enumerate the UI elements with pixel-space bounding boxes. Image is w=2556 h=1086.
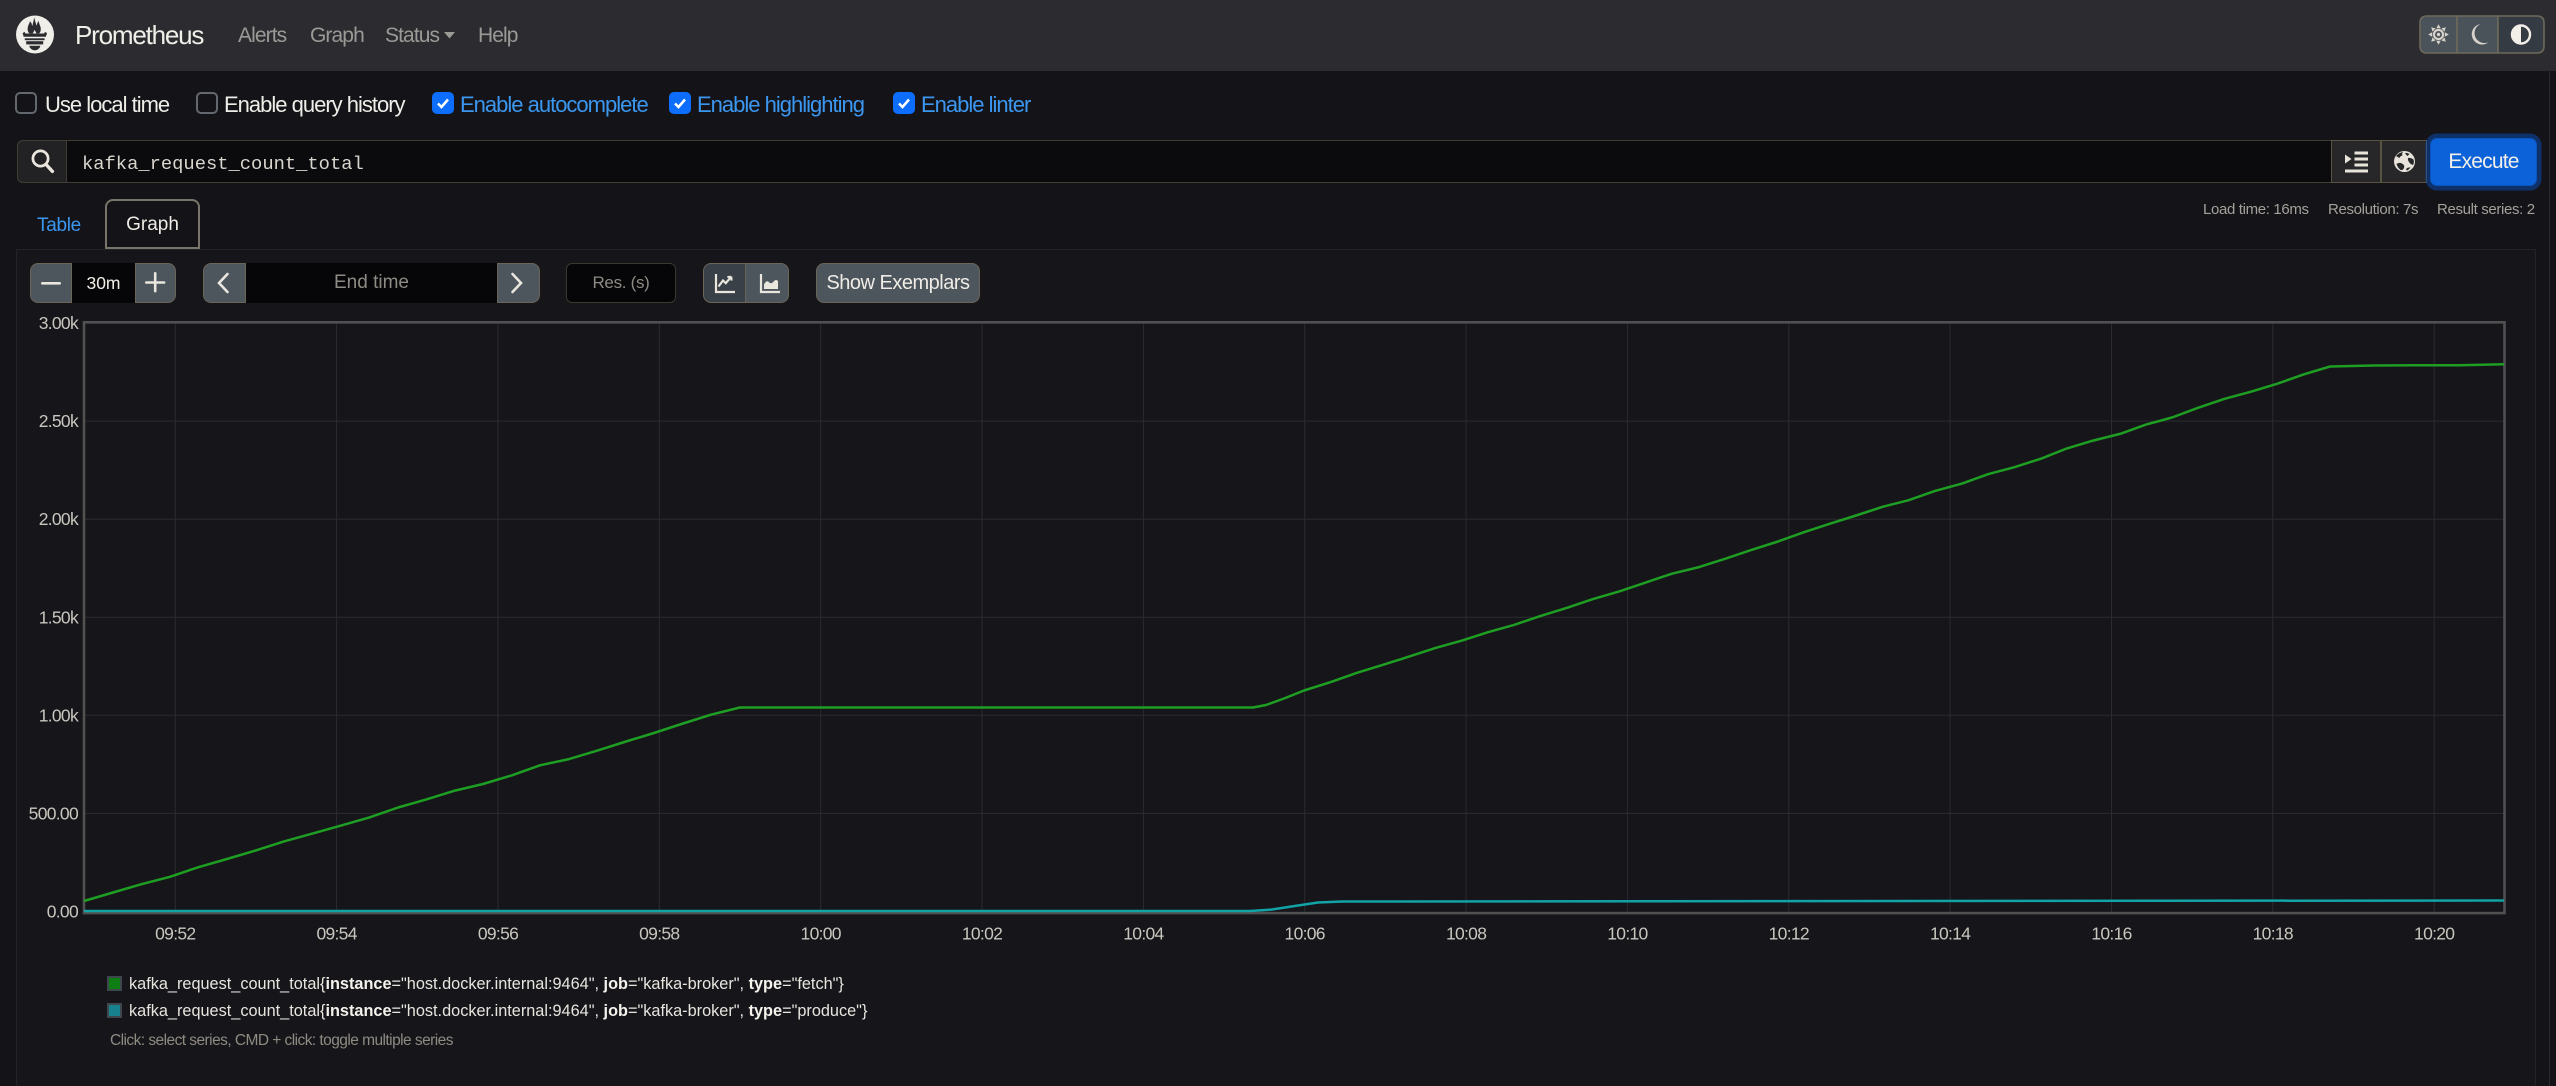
svg-text:10:12: 10:12 [1769, 924, 1809, 944]
svg-text:500.00: 500.00 [29, 803, 79, 823]
svg-text:1.00k: 1.00k [39, 705, 79, 725]
svg-text:09:52: 09:52 [155, 924, 195, 944]
svg-text:09:56: 09:56 [478, 924, 518, 944]
svg-text:10:08: 10:08 [1446, 924, 1486, 944]
svg-text:2.50k: 2.50k [39, 411, 79, 431]
svg-text:09:58: 09:58 [639, 924, 679, 944]
svg-text:10:00: 10:00 [801, 924, 842, 944]
svg-text:10:02: 10:02 [962, 924, 1002, 944]
svg-text:10:14: 10:14 [1930, 924, 1971, 944]
svg-text:0.00: 0.00 [47, 902, 79, 922]
svg-text:2.00k: 2.00k [39, 509, 79, 529]
svg-text:10:20: 10:20 [2414, 924, 2455, 944]
svg-text:10:04: 10:04 [1123, 924, 1164, 944]
svg-text:1.50k: 1.50k [39, 607, 79, 627]
svg-text:3.00k: 3.00k [39, 313, 79, 333]
svg-text:10:18: 10:18 [2253, 924, 2293, 944]
svg-text:10:06: 10:06 [1285, 924, 1325, 944]
svg-text:10:10: 10:10 [1607, 924, 1648, 944]
svg-text:09:54: 09:54 [316, 924, 357, 944]
svg-text:10:16: 10:16 [2091, 924, 2131, 944]
